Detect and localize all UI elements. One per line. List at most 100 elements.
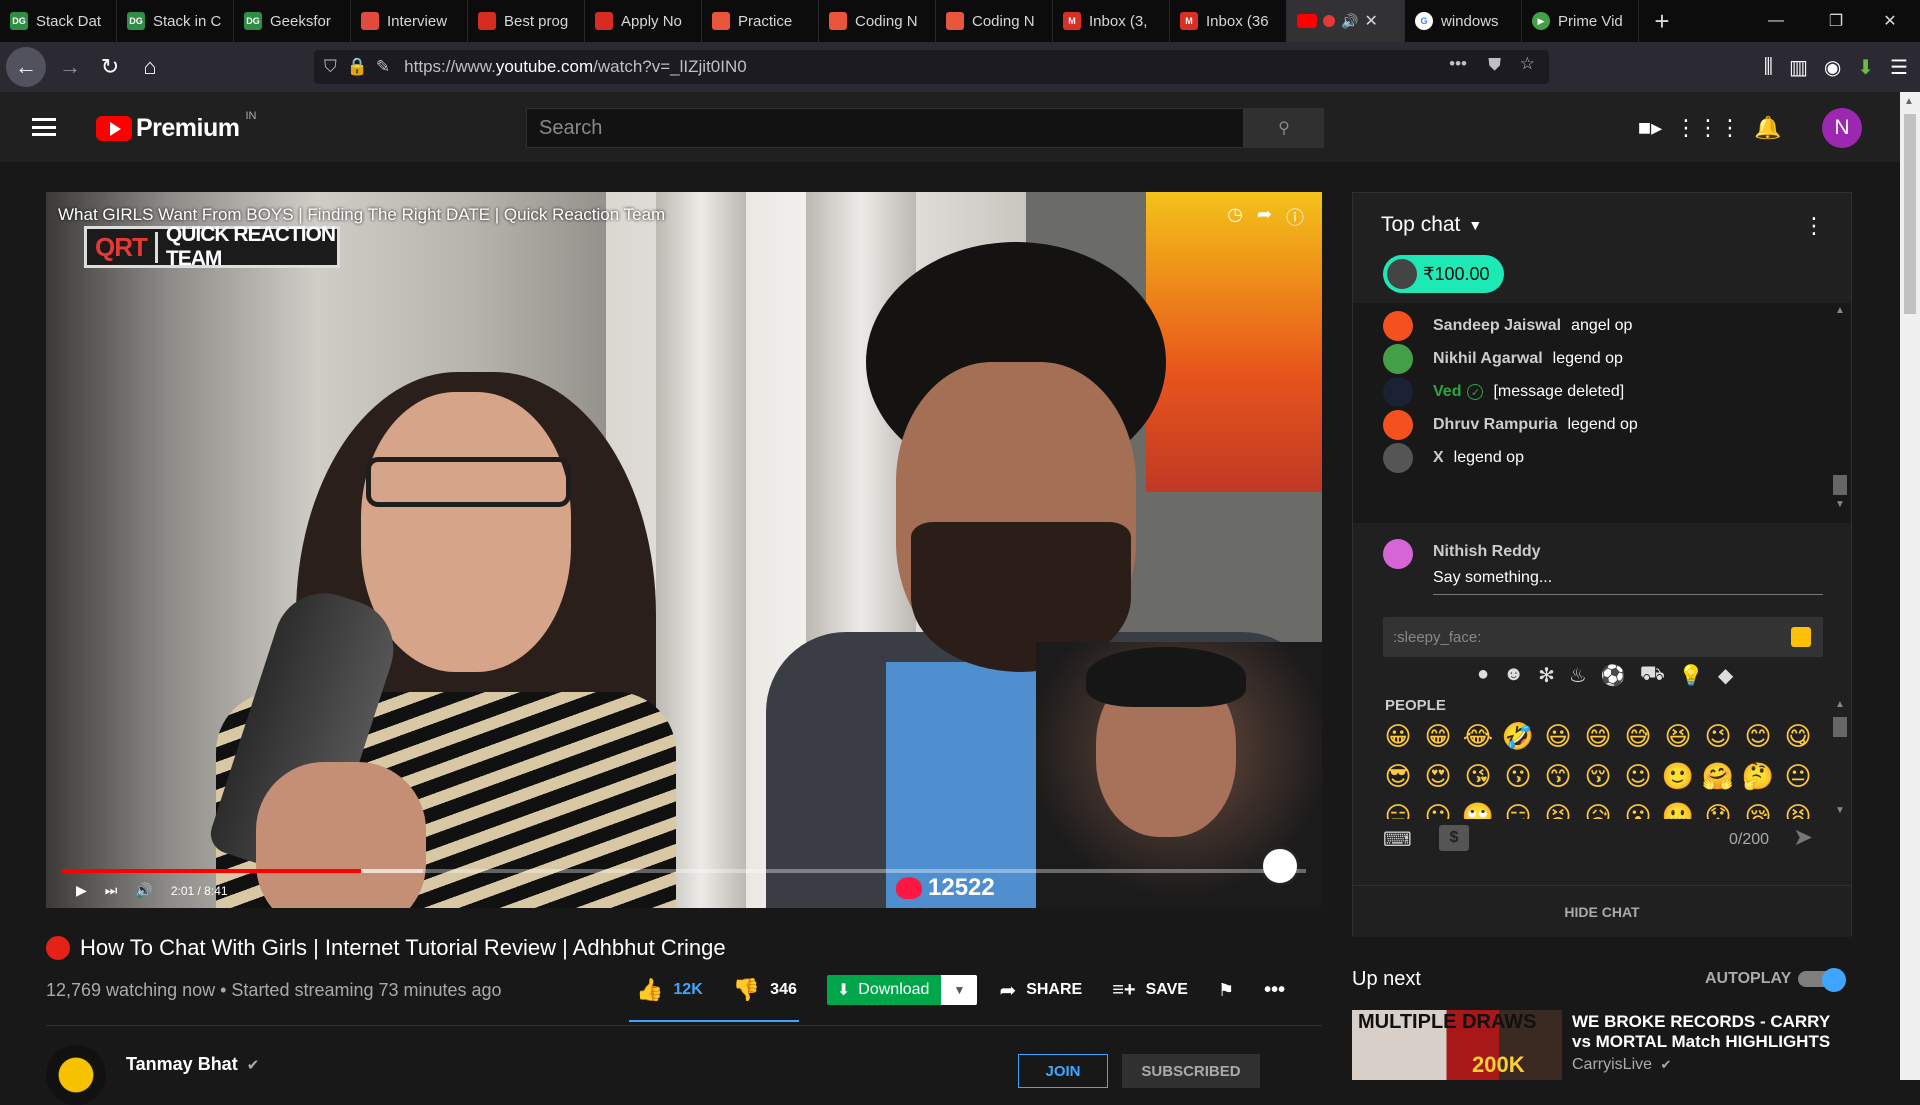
recommended-thumbnail[interactable]: MULTIPLE DRAWS 200K: [1352, 1010, 1562, 1080]
emoji-scrollbar[interactable]: ▲ ▼: [1833, 699, 1847, 819]
symbols-category-icon[interactable]: ◆: [1718, 663, 1733, 688]
objects-category-icon[interactable]: 💡: [1679, 663, 1704, 688]
emoji-option[interactable]: 😣: [1541, 799, 1575, 819]
tab-1[interactable]: DG Stack in C: [117, 0, 234, 42]
emoji-option[interactable]: 🤐: [1661, 799, 1695, 819]
next-icon[interactable]: ⏭: [105, 882, 118, 899]
share-arrow-icon[interactable]: ➦: [1257, 204, 1272, 230]
watch-later-icon[interactable]: ◷: [1227, 204, 1243, 230]
url-bar[interactable]: ⛉ 🔒 ✎ https://www. youtube.com/watch?v=_l…: [314, 50, 1549, 84]
account-avatar[interactable]: N: [1822, 108, 1862, 148]
tab-youtube-active[interactable]: 🔊 ✕: [1287, 0, 1405, 42]
emoji-option[interactable]: 😂: [1461, 719, 1495, 755]
tab-2[interactable]: DG Geeksfor: [234, 0, 351, 42]
home-button[interactable]: ⌂: [130, 47, 170, 87]
emoji-option[interactable]: 😑: [1381, 799, 1415, 819]
account-icon[interactable]: ◉: [1824, 55, 1841, 80]
tab-6[interactable]: Practice: [702, 0, 819, 42]
emoji-option[interactable]: 😉: [1701, 719, 1735, 755]
emoji-option[interactable]: 😘: [1461, 759, 1495, 795]
autoplay-toggle-knob[interactable]: [1822, 968, 1846, 992]
recommended-title[interactable]: WE BROKE RECORDS - CARRY vs MORTAL Match…: [1572, 1012, 1842, 1052]
tab-8[interactable]: Coding N: [936, 0, 1053, 42]
create-video-icon[interactable]: ■▸: [1636, 114, 1664, 142]
download-dropdown-button[interactable]: ▼: [941, 975, 978, 1005]
volume-icon[interactable]: 🔊: [135, 882, 152, 899]
emoji-option[interactable]: 😊: [1741, 719, 1775, 755]
emoji-option[interactable]: 😃: [1541, 719, 1575, 755]
emoji-option[interactable]: 😆: [1661, 719, 1695, 755]
chat-message[interactable]: Sandeep Jaiswal angel op: [1383, 311, 1632, 341]
food-category-icon[interactable]: ♨: [1569, 663, 1587, 688]
hide-chat-button[interactable]: HIDE CHAT: [1353, 885, 1851, 937]
channel-name[interactable]: Tanmay Bhat ✔: [126, 1054, 259, 1075]
report-button[interactable]: ⚑: [1218, 980, 1234, 1001]
shield-icon[interactable]: ⛉: [324, 57, 337, 77]
tab-5[interactable]: Apply No: [585, 0, 702, 42]
emoji-option[interactable]: 😪: [1741, 799, 1775, 819]
channel-avatar[interactable]: [46, 1045, 106, 1105]
emoji-option[interactable]: 🤗: [1701, 759, 1735, 795]
scroll-down-icon[interactable]: ▼: [1835, 805, 1845, 816]
tab-9[interactable]: M Inbox (3,: [1053, 0, 1170, 42]
emoji-option[interactable]: 😫: [1781, 799, 1815, 819]
emoji-option[interactable]: 😥: [1581, 799, 1615, 819]
menu-icon[interactable]: ☰: [1890, 55, 1908, 80]
chat-input[interactable]: Say something...: [1433, 569, 1823, 595]
youtube-premium-logo[interactable]: Premium IN: [96, 110, 256, 143]
chat-scrollbar[interactable]: ▲ ▼: [1833, 305, 1847, 510]
join-button[interactable]: JOIN: [1018, 1054, 1108, 1088]
travel-category-icon[interactable]: ⛟: [1640, 663, 1665, 688]
emoji-option[interactable]: 🙄: [1461, 799, 1495, 819]
emoji-option[interactable]: 😏: [1501, 799, 1535, 819]
emoji-option[interactable]: 😙: [1541, 759, 1575, 795]
emoji-search-input[interactable]: :sleepy_face:: [1383, 617, 1823, 657]
pocket-icon[interactable]: ⛊: [1488, 55, 1501, 75]
sidebar-icon[interactable]: ▥: [1789, 55, 1808, 80]
chat-message[interactable]: Ved ✓ [message deleted]: [1383, 377, 1624, 407]
emoji-option[interactable]: 😋: [1781, 719, 1815, 755]
notifications-bell-icon[interactable]: 🔔: [1754, 114, 1782, 142]
nature-category-icon[interactable]: ✻: [1538, 663, 1555, 688]
scroll-up-icon[interactable]: ▲: [1835, 699, 1845, 710]
emoji-option[interactable]: 😅: [1621, 719, 1655, 755]
tab-10[interactable]: M Inbox (36: [1170, 0, 1287, 42]
emoji-option[interactable]: 😍: [1421, 759, 1455, 795]
emoji-option[interactable]: 😎: [1381, 759, 1415, 795]
emoji-option[interactable]: 😶: [1421, 799, 1455, 819]
chat-mode-dropdown[interactable]: Top chat ▼: [1381, 213, 1482, 237]
emoji-option[interactable]: 😗: [1501, 759, 1535, 795]
scroll-up-icon[interactable]: ▲: [1904, 96, 1914, 107]
permissions-icon[interactable]: ✎: [376, 57, 390, 77]
search-input[interactable]: Search: [526, 108, 1244, 148]
emoji-option[interactable]: 😮: [1621, 799, 1655, 819]
scroll-up-icon[interactable]: ▲: [1835, 305, 1845, 316]
emoji-option[interactable]: ☺: [1621, 759, 1655, 795]
chat-message[interactable]: Nikhil Agarwal legend op: [1383, 344, 1623, 374]
download-button[interactable]: ⬇ Download ▼: [826, 975, 978, 1005]
emoji-option[interactable]: 😯: [1701, 799, 1735, 819]
lock-icon[interactable]: 🔒: [347, 57, 368, 77]
scroll-down-icon[interactable]: ▼: [1835, 499, 1845, 510]
tab-4[interactable]: Best prog: [468, 0, 585, 42]
chat-message[interactable]: Dhruv Rampuria legend op: [1383, 410, 1638, 440]
chat-scroll-thumb[interactable]: [1833, 475, 1847, 495]
superchat-ticker[interactable]: ₹100.00: [1383, 255, 1504, 293]
chat-more-icon[interactable]: ⋮: [1803, 213, 1825, 239]
keyboard-icon[interactable]: ⌨: [1383, 827, 1412, 851]
emoji-option[interactable]: 😁: [1421, 719, 1455, 755]
tab-prime-video[interactable]: ▶ Prime Vid: [1522, 0, 1639, 42]
recent-category-icon[interactable]: ●: [1477, 663, 1489, 688]
page-scrollbar[interactable]: ▲: [1900, 92, 1920, 1080]
emoji-option[interactable]: 😄: [1581, 719, 1615, 755]
new-tab-button[interactable]: +: [1639, 0, 1685, 42]
tab-7[interactable]: Coding N: [819, 0, 936, 42]
people-category-icon[interactable]: ☻: [1503, 663, 1524, 688]
emoji-option[interactable]: 😐: [1781, 759, 1815, 795]
recommended-channel[interactable]: CarryisLive ✔: [1572, 1056, 1671, 1074]
emoji-option[interactable]: 🤔: [1741, 759, 1775, 795]
extension-download-icon[interactable]: ⬇: [1857, 55, 1874, 80]
tab-3[interactable]: Interview: [351, 0, 468, 42]
page-scroll-thumb[interactable]: [1904, 114, 1916, 314]
subscribed-button[interactable]: SUBSCRIBED: [1122, 1054, 1260, 1088]
